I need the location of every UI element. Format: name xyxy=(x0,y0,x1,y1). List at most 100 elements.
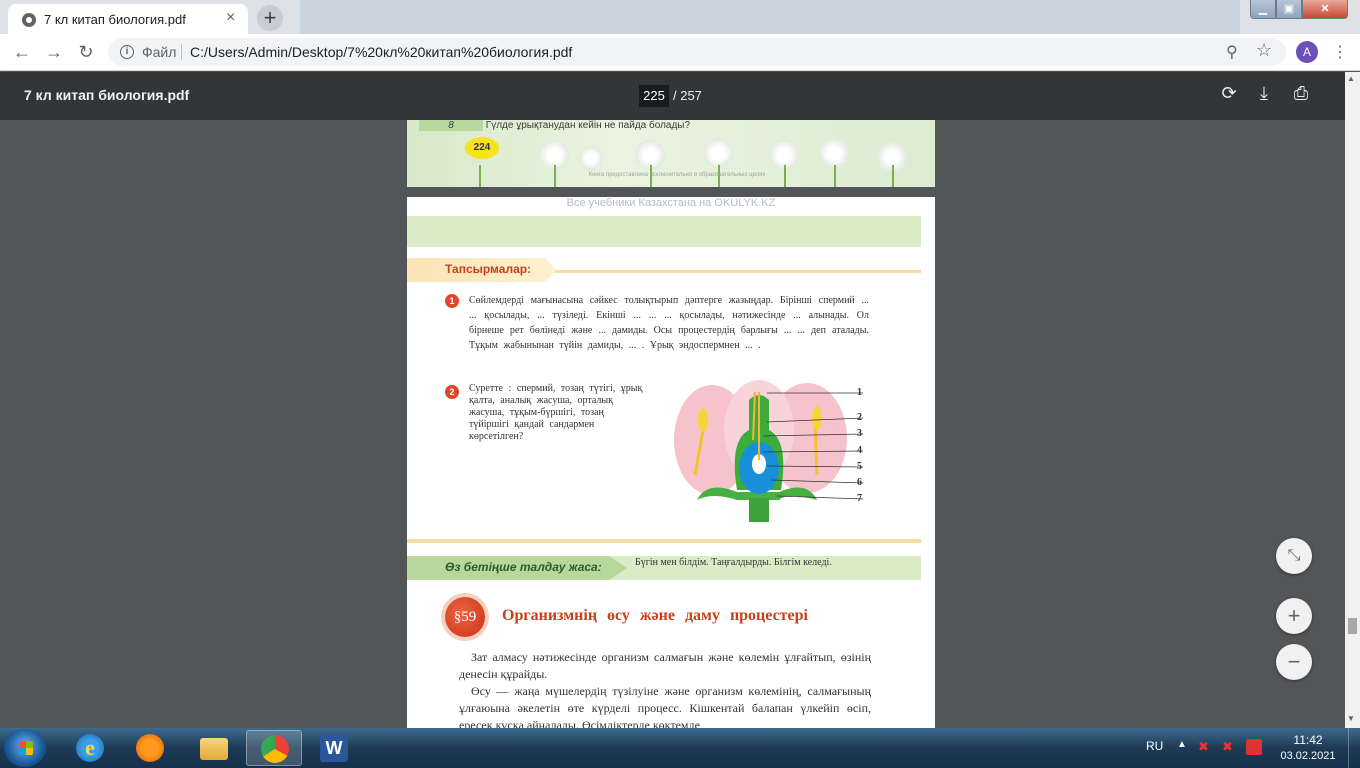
flower-label: 6 xyxy=(857,477,862,488)
flower-label: 2 xyxy=(857,412,862,423)
page-footer-note: Книга предоставлена исключительно в обра… xyxy=(588,172,766,178)
flower-stem xyxy=(892,165,894,187)
network-icon[interactable]: ✖ xyxy=(1198,739,1214,755)
clock-date[interactable]: 03.02.2021 xyxy=(1278,750,1338,762)
reload-icon[interactable]: ↻ xyxy=(74,40,98,64)
fit-page-button[interactable]: ⤡ xyxy=(1276,538,1312,574)
url-text[interactable]: C:/Users/Admin/Desktop/7%20кл%20китап%20… xyxy=(190,44,572,60)
taskbar-chrome[interactable] xyxy=(246,730,302,766)
tab-active[interactable]: 7 кл китап биология.pdf × xyxy=(8,4,248,34)
pdf-page-224: 8 Гүлде ұрықтанудан кейін не пайда болад… xyxy=(407,120,935,187)
profile-avatar[interactable]: A xyxy=(1296,41,1318,63)
tasks-heading: Тапсырмалар: xyxy=(445,262,532,276)
flower-stem xyxy=(479,165,481,187)
maximize-button[interactable]: ▣ xyxy=(1276,0,1302,19)
zoom-icon[interactable]: ⚲ xyxy=(1226,42,1238,62)
pdf-toolbar: 7 кл китап биология.pdf 225 / 257 ⟳ ⤓ ⎙ xyxy=(0,72,1360,120)
review-heading: Өз бетіңше талдау жаса: xyxy=(445,560,602,574)
zoom-in-button[interactable]: + xyxy=(1276,598,1312,634)
star-icon[interactable]: ☆ xyxy=(1256,40,1272,61)
vertical-scrollbar[interactable]: ▲ ▼ xyxy=(1345,72,1360,728)
dandelion-image xyxy=(819,138,849,168)
close-button[interactable]: ✕ xyxy=(1302,0,1348,19)
pdf-page-225: Все учебники Казахстана на OKULYK.KZ Тап… xyxy=(407,197,935,728)
pdf-viewer[interactable]: 8 Гүлде ұрықтанудан кейін не пайда болад… xyxy=(0,120,1345,728)
flower-stem xyxy=(834,165,836,187)
download-icon[interactable]: ⤓ xyxy=(1252,83,1276,104)
new-tab-button[interactable]: + xyxy=(257,5,283,31)
section-title: Организмнің өсу және даму процестері xyxy=(502,607,808,624)
anther-right xyxy=(812,406,822,430)
taskbar-word[interactable]: W xyxy=(306,730,362,766)
dandelion-image xyxy=(579,146,603,170)
flower-diagram xyxy=(674,380,864,522)
word-icon: W xyxy=(320,734,348,762)
chrome-icon xyxy=(261,735,289,763)
taskbar: e W RU ▲ ✖ ✖ 11:42 03.02.2021 xyxy=(0,728,1360,768)
address-bar[interactable]: i Файл C:/Users/Admin/Desktop/7%20кл%20к… xyxy=(108,38,1286,66)
tab-title: 7 кл китап биология.pdf xyxy=(44,12,186,27)
question-number-2: 2 xyxy=(445,385,459,399)
file-explorer-icon xyxy=(200,738,228,760)
section-rule xyxy=(407,539,921,543)
tab-close-icon[interactable]: × xyxy=(226,10,235,26)
stamen-right xyxy=(813,424,819,476)
menu-icon[interactable]: ⋮ xyxy=(1332,42,1348,62)
flower-label: 5 xyxy=(857,461,862,472)
tab-strip: 7 кл китап биология.pdf × + ▁ ▣ ✕ xyxy=(0,0,1360,34)
scroll-up-icon[interactable]: ▲ xyxy=(1347,74,1355,83)
flower-label: 4 xyxy=(857,445,862,456)
print-icon[interactable]: ⎙ xyxy=(1289,83,1313,104)
scheme-label: Файл xyxy=(142,44,177,60)
flower-label-column: 1 2 3 4 5 6 7 xyxy=(857,380,887,510)
start-button[interactable] xyxy=(4,729,46,767)
green-header-band xyxy=(407,216,921,247)
pdf-title: 7 кл китап биология.pdf xyxy=(24,87,190,103)
rotate-icon[interactable]: ⟳ xyxy=(1217,83,1241,104)
page-total: / 257 xyxy=(673,88,702,103)
browser-toolbar: ← → ↻ i Файл C:/Users/Admin/Desktop/7%20… xyxy=(0,34,1360,71)
flower-label: 7 xyxy=(857,493,862,504)
taskbar-internet-explorer[interactable]: e xyxy=(62,730,118,766)
review-text: Бүгін мен білдім. Таңғалдырды. Білгім ке… xyxy=(635,557,832,568)
show-hidden-icons-icon[interactable]: ▲ xyxy=(1177,739,1187,750)
flower-label: 3 xyxy=(857,428,862,439)
section-rule xyxy=(547,270,921,273)
show-desktop-button[interactable] xyxy=(1348,728,1360,768)
minimize-button[interactable]: ▁ xyxy=(1250,0,1276,19)
zoom-out-button[interactable]: − xyxy=(1276,644,1312,680)
question-1-text: Сөйлемдерді мағынасына сәйкес толықтырып… xyxy=(469,295,869,351)
watermark: Все учебники Казахстана на OKULYK.KZ xyxy=(566,197,776,209)
question-number: 8 xyxy=(419,120,483,131)
question-2-text: Суретте : спермий, тозаң түтігі, ұрық қа… xyxy=(469,383,643,442)
window-controls: ▁ ▣ ✕ xyxy=(1250,0,1356,20)
dandelion-image xyxy=(703,138,733,168)
anther-left xyxy=(698,408,708,432)
info-icon[interactable]: i xyxy=(120,45,134,59)
back-icon[interactable]: ← xyxy=(10,40,34,64)
page-number-badge: 224 xyxy=(465,137,499,159)
section-badge: §59 xyxy=(445,597,485,637)
question-number-1: 1 xyxy=(445,294,459,308)
language-indicator[interactable]: RU xyxy=(1146,739,1163,753)
omnibox-divider xyxy=(181,44,182,60)
action-center-icon[interactable] xyxy=(1246,739,1262,755)
internet-explorer-icon: e xyxy=(76,734,104,762)
windows-logo-icon xyxy=(19,748,33,755)
paragraph-2: Өсу — жаңа мүшелердің түзілуіне және орг… xyxy=(459,684,871,728)
paragraph-1: Зат алмасу нәтижесінде организм салмағын… xyxy=(459,650,871,681)
flower-label: 1 xyxy=(857,387,862,398)
taskbar-file-explorer[interactable] xyxy=(186,730,242,766)
avast-icon xyxy=(136,734,164,762)
flower-stalk xyxy=(749,498,769,522)
taskbar-avast[interactable] xyxy=(122,730,178,766)
question-8: 8 Гүлде ұрықтанудан кейін не пайда болад… xyxy=(419,120,919,132)
question-text: Гүлде ұрықтанудан кейін не пайда болады? xyxy=(485,120,691,131)
volume-icon[interactable]: ✖ xyxy=(1222,739,1238,755)
scrollbar-thumb[interactable] xyxy=(1348,618,1357,634)
scroll-down-icon[interactable]: ▼ xyxy=(1347,714,1355,723)
forward-icon[interactable]: → xyxy=(42,40,66,64)
clock-time[interactable]: 11:42 xyxy=(1278,733,1338,747)
globe-icon xyxy=(22,13,36,27)
page-number-input[interactable]: 225 xyxy=(639,85,669,107)
